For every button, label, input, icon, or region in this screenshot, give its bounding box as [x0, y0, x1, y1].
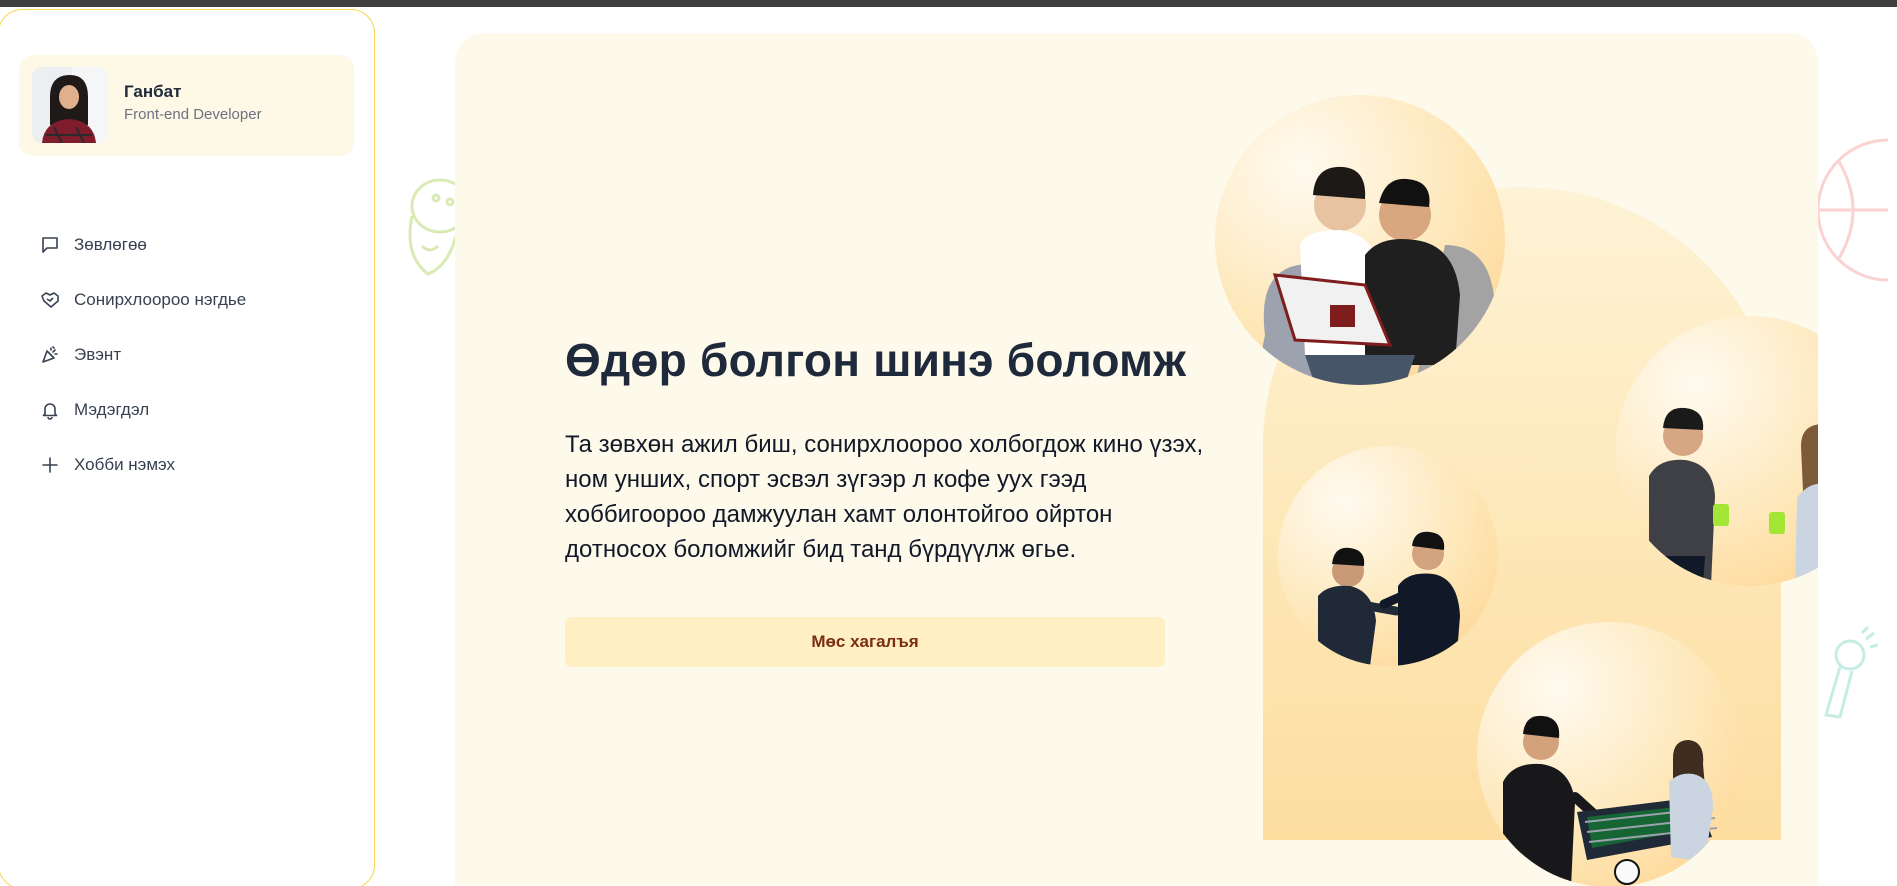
hero-card: Өдөр болгон шинэ боломж Та зөвхөн ажил б… [455, 33, 1818, 886]
profile-role: Front-end Developer [124, 106, 262, 123]
photo-foosball [1477, 622, 1742, 886]
basketball-doodle-icon [1818, 138, 1888, 282]
sidebar-item-label: Хобби нэмэх [74, 454, 176, 474]
sidebar-item-label: Сонирхлоороо нэгдье [74, 289, 247, 309]
sidebar-item-event[interactable]: Эвэнт [39, 327, 246, 382]
sidebar-item-label: Зөвлөгөө [74, 234, 147, 254]
sidebar-item-advice[interactable]: Зөвлөгөө [39, 217, 246, 272]
sidebar-item-label: Эвэнт [74, 344, 122, 364]
chat-bubble-icon [39, 234, 61, 256]
avatar [32, 67, 108, 143]
break-ice-button[interactable]: Мөс хагалъя [565, 617, 1165, 667]
sidebar-item-join-hobby[interactable]: Сонирхлоороо нэгдье [39, 272, 246, 327]
sidebar-item-notifications[interactable]: Мэдэгдэл [39, 382, 246, 437]
bell-icon [39, 399, 61, 421]
photo-reading-newspaper [1215, 95, 1505, 385]
handshake-icon [39, 289, 61, 311]
sidebar-item-add-hobby[interactable]: Хобби нэмэх [39, 437, 246, 492]
photo-two-men-talking [1278, 446, 1498, 666]
microphone-doodle-icon [1824, 625, 1878, 719]
window-top-bar [0, 0, 1897, 7]
plus-icon [39, 454, 61, 476]
profile-name: Ганбат [124, 82, 182, 101]
hero-description: Та зөвхөн ажил биш, сонирхлоороо холбогд… [565, 431, 1204, 563]
profile-card[interactable]: Ганбат Front-end Developer [19, 55, 354, 156]
theater-masks-doodle-icon [408, 178, 458, 276]
sidebar: Ганбат Front-end Developer Зөвлөгөө Сони… [0, 9, 375, 886]
sidebar-item-label: Мэдэгдэл [74, 399, 150, 419]
hero-title: Өдөр болгон шинэ боломж [565, 334, 1187, 386]
sidebar-nav: Зөвлөгөө Сонирхлоороо нэгдье Эвэнт Мэдэг… [39, 217, 246, 492]
party-popper-icon [39, 344, 61, 366]
